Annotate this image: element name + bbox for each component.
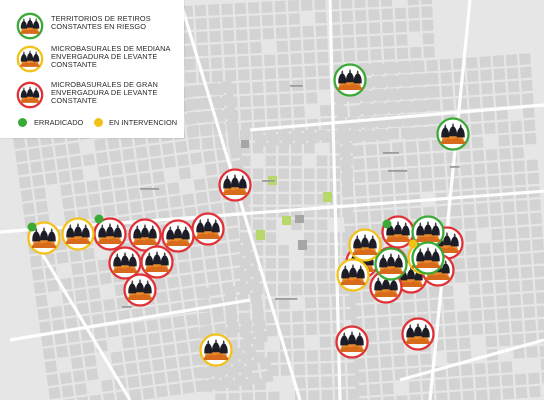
legend-label-erradicado: ERRADICADO xyxy=(34,118,84,127)
marker-red[interactable] xyxy=(401,317,435,351)
garbage-pile-icon xyxy=(195,217,221,239)
legend-red-marker-icon xyxy=(16,81,44,109)
garbage-pile-icon xyxy=(405,322,431,344)
blocks-north xyxy=(181,0,440,150)
garbage-pile-icon xyxy=(340,263,366,285)
park xyxy=(295,215,304,223)
garbage-pile-icon xyxy=(20,50,40,67)
garbage-pile-icon xyxy=(222,173,248,195)
garbage-pile-icon xyxy=(339,330,365,352)
status-dot-erradicado xyxy=(27,222,37,232)
legend-label-intervencion: EN INTERVENCION xyxy=(109,118,178,127)
marker-green[interactable] xyxy=(374,247,408,281)
garbage-pile-icon xyxy=(20,86,40,103)
garbage-pile-icon xyxy=(31,226,57,248)
garbage-pile-icon xyxy=(415,246,441,268)
marker-red[interactable] xyxy=(191,212,225,246)
street-name-label xyxy=(450,166,460,168)
park xyxy=(256,230,265,240)
marker-red[interactable] xyxy=(123,273,157,307)
legend-erradicado-dot-icon xyxy=(18,118,27,127)
garbage-pile-icon xyxy=(97,222,123,244)
legend-label-yellow: MICROBASURALES DE MEDIANA ENVERGADURA DE… xyxy=(51,44,171,70)
street-name-label xyxy=(388,170,408,172)
status-dot-erradicado xyxy=(382,219,392,229)
legend-label-red: MICROBASURALES DE GRAN ENVERGADURA DE LE… xyxy=(51,80,158,106)
garbage-pile-icon xyxy=(440,122,466,144)
legend-label-green: TERRITORIOS DE RETIROS CONSTANTES EN RIE… xyxy=(51,14,151,32)
garbage-pile-icon xyxy=(144,250,170,272)
marker-red[interactable] xyxy=(140,245,174,279)
garbage-pile-icon xyxy=(20,17,40,34)
garbage-pile-icon xyxy=(112,251,138,273)
legend-marker-green[interactable] xyxy=(16,12,44,40)
marker-yellow[interactable] xyxy=(199,333,233,367)
legend-panel: TERRITORIOS DE RETIROS CONSTANTES EN RIE… xyxy=(0,0,184,138)
garbage-pile-icon xyxy=(203,338,229,360)
marker-red[interactable] xyxy=(108,246,142,280)
garbage-pile-icon xyxy=(165,224,191,246)
garbage-pile-icon xyxy=(65,222,91,244)
legend-marker-red[interactable] xyxy=(16,81,44,109)
legend-intervencion-dot-icon xyxy=(94,118,103,127)
park xyxy=(323,192,332,202)
garbage-pile-icon xyxy=(415,220,441,242)
marker-green[interactable] xyxy=(333,63,367,97)
legend-marker-yellow[interactable] xyxy=(16,45,44,73)
street-name-label xyxy=(290,85,303,87)
garbage-pile-icon xyxy=(127,278,153,300)
marker-yellow[interactable] xyxy=(336,258,370,292)
garbage-pile-icon xyxy=(352,233,378,255)
garbage-pile-icon xyxy=(378,252,404,274)
status-dot-en_intervencion xyxy=(408,239,418,249)
status-dot-erradicado xyxy=(94,214,104,224)
street-name-label xyxy=(275,298,298,300)
garbage-pile-icon xyxy=(337,68,363,90)
map[interactable]: TERRITORIOS DE RETIROS CONSTANTES EN RIE… xyxy=(0,0,544,400)
marker-yellow[interactable] xyxy=(61,217,95,251)
street-name-label xyxy=(383,152,399,154)
marker-red[interactable] xyxy=(335,325,369,359)
park xyxy=(298,240,307,250)
street-name-label xyxy=(262,180,275,182)
marker-green[interactable] xyxy=(411,241,445,275)
garbage-pile-icon xyxy=(132,223,158,245)
park xyxy=(282,216,291,225)
marker-green[interactable] xyxy=(436,117,470,151)
street-name-label xyxy=(140,188,160,190)
marker-yellow[interactable] xyxy=(348,228,382,262)
legend-green-marker-icon xyxy=(16,12,44,40)
marker-red[interactable] xyxy=(161,219,195,253)
legend-yellow-marker-icon xyxy=(16,45,44,73)
street-name-label xyxy=(122,306,132,308)
marker-red[interactable] xyxy=(218,168,252,202)
park xyxy=(241,140,249,148)
